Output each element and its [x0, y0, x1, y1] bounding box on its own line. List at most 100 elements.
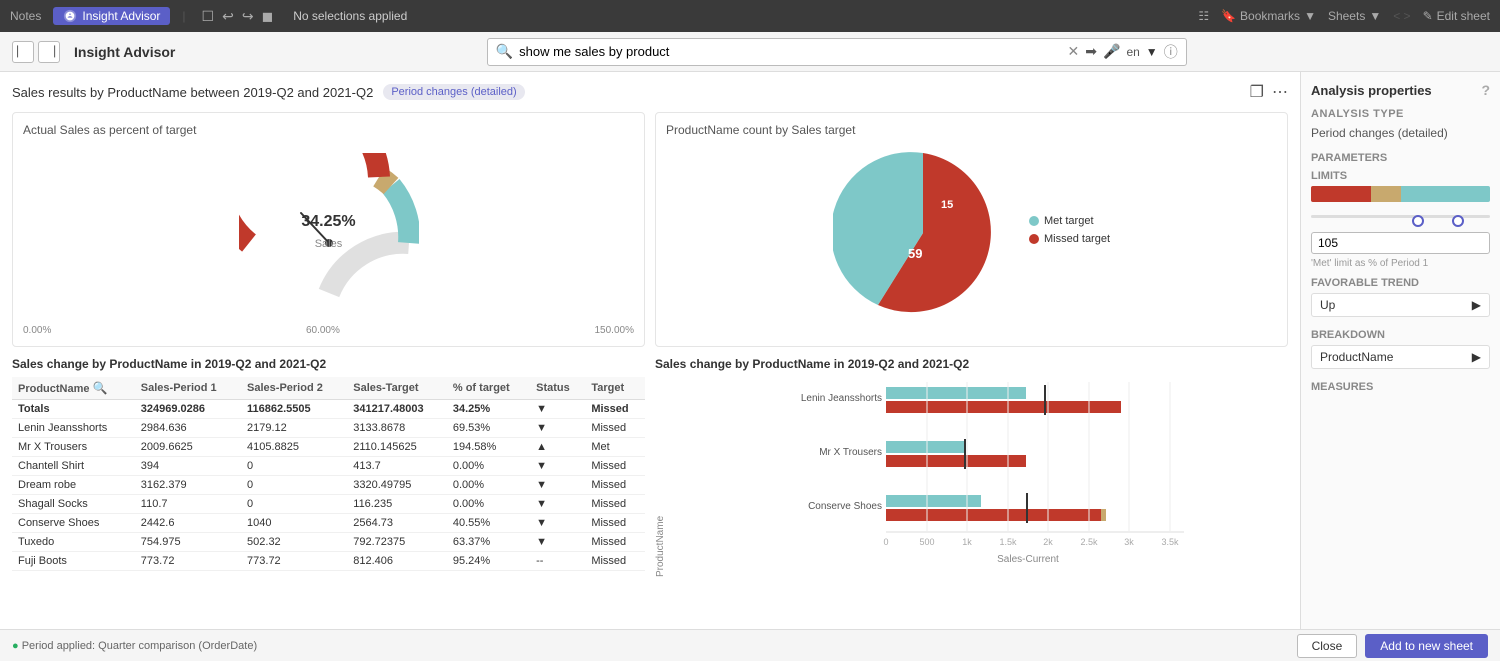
panel-left-btn[interactable]: ⎸ — [12, 41, 34, 63]
col-search-icon[interactable]: 🔍 — [93, 381, 108, 395]
search-icon: 🔍 — [496, 43, 513, 60]
cell-pct: 69.53% — [447, 419, 530, 438]
cell-sp2: 502.32 — [241, 533, 347, 552]
separator2: < > — [1393, 9, 1410, 23]
favorable-trend-section: Favorable trend Up ▶ — [1311, 277, 1490, 317]
cell-status: Missed — [585, 495, 645, 514]
more-icon[interactable]: ⋯ — [1272, 82, 1288, 102]
col-pct: % of target — [447, 377, 530, 400]
svg-text:3.5k: 3.5k — [1161, 537, 1179, 547]
panel-right-btn[interactable]: ⎹ — [38, 41, 60, 63]
slider-thumb2[interactable] — [1452, 215, 1464, 227]
col-sp2: Sales-Period 2 — [241, 377, 347, 400]
breakdown-label: Breakdown — [1311, 329, 1490, 341]
lang-selector[interactable]: en — [1126, 45, 1139, 59]
charts-row: Actual Sales as percent of target — [12, 112, 1288, 347]
undo-icon[interactable]: ↩ — [222, 8, 234, 25]
donut-value: 34.25% — [301, 213, 355, 230]
y-axis-label: ProductName — [655, 377, 666, 577]
edit-sheet-btn[interactable]: ✎ Edit sheet — [1423, 9, 1490, 23]
search-icon[interactable]: ☐ — [202, 8, 215, 25]
period-note-text: Period applied: Quarter comparison (Orde… — [22, 640, 257, 652]
cell-status: Missed — [585, 400, 645, 419]
lang-chevron-icon: ▼ — [1146, 45, 1158, 59]
bookmarks-btn[interactable]: 🔖 Bookmarks ▼ — [1221, 9, 1316, 23]
bookmark-icon: 🔖 — [1221, 9, 1236, 23]
favorable-trend-dropdown[interactable]: Up ▶ — [1311, 293, 1490, 317]
cell-sp2: 116862.5505 — [241, 400, 347, 419]
cell-st: 116.235 — [347, 495, 447, 514]
table-row: Chantell Shirt 394 0 413.7 0.00% ▼ Misse… — [12, 457, 645, 476]
bottom-charts-row: Sales change by ProductName in 2019-Q2 a… — [12, 357, 1288, 577]
met-label: Met target — [1044, 215, 1094, 227]
cell-sp1: 2984.636 — [135, 419, 241, 438]
svg-text:2.5k: 2.5k — [1080, 537, 1098, 547]
second-bar: ⎸ ⎹ Insight Advisor 🔍 ✕ ➡ 🎤 en ▼ ⓘ — [0, 32, 1500, 72]
cell-product: Mr X Trousers — [12, 438, 135, 457]
limits-green — [1401, 186, 1491, 202]
cell-sp1: 110.7 — [135, 495, 241, 514]
cell-pct: 63.37% — [447, 533, 530, 552]
parameters-label: Parameters — [1311, 152, 1490, 164]
analysis-type-value: Period changes (detailed) — [1311, 126, 1490, 140]
smart-search-icon[interactable]: ◼ — [262, 8, 274, 25]
pie-chart-title: ProductName count by Sales target — [666, 123, 1277, 137]
content-area: Sales results by ProductName between 201… — [0, 72, 1300, 629]
cell-trend: ▲ — [530, 438, 585, 457]
col-st: Sales-Target — [347, 377, 447, 400]
edit-sheet-label: Edit sheet — [1437, 9, 1490, 23]
search-arrow-icon[interactable]: ➡ — [1085, 43, 1097, 60]
search-input[interactable] — [519, 44, 1061, 59]
table-header-row: ProductName 🔍 Sales-Period 1 Sales-Perio… — [12, 377, 645, 400]
breakdown-value: ProductName — [1320, 350, 1393, 364]
bookmarks-label: Bookmarks — [1240, 9, 1300, 23]
cell-trend: -- — [530, 552, 585, 571]
cell-trend: ▼ — [530, 400, 585, 419]
cell-sp2: 773.72 — [241, 552, 347, 571]
missed-label: Missed target — [1044, 233, 1110, 245]
table-row: Lenin Jeansshorts 2984.636 2179.12 3133.… — [12, 419, 645, 438]
cell-status: Missed — [585, 457, 645, 476]
cell-status: Missed — [585, 419, 645, 438]
cell-st: 3320.49795 — [347, 476, 447, 495]
slider-track — [1311, 215, 1490, 218]
notes-tab[interactable]: Notes — [10, 9, 41, 23]
sheets-btn[interactable]: Sheets ▼ — [1328, 9, 1381, 23]
svg-text:Conserve Shoes: Conserve Shoes — [808, 501, 882, 512]
mic-icon[interactable]: 🎤 — [1103, 43, 1120, 60]
cell-status: Missed — [585, 514, 645, 533]
cell-product: Fuji Boots — [12, 552, 135, 571]
col-product: ProductName 🔍 — [12, 377, 135, 400]
col-sp1: Sales-Period 1 — [135, 377, 241, 400]
clear-icon[interactable]: ✕ — [1068, 43, 1080, 60]
cell-status: Missed — [585, 476, 645, 495]
info-icon[interactable]: ⓘ — [1164, 42, 1178, 62]
table1-title: Sales change by ProductName in 2019-Q2 a… — [12, 357, 645, 371]
insight-advisor-tab[interactable]: Insight Advisor — [53, 7, 170, 25]
donut-mid-label: 60.00% — [306, 325, 340, 336]
cell-product: Tuxedo — [12, 533, 135, 552]
chevron-down-icon: ▼ — [1304, 9, 1316, 23]
grid-icon-btn[interactable]: ☷ — [1198, 9, 1209, 23]
cell-trend: ▼ — [530, 495, 585, 514]
slider-thumb1[interactable] — [1412, 215, 1424, 227]
expand-icon[interactable]: ❐ — [1250, 82, 1264, 102]
close-button[interactable]: Close — [1297, 634, 1358, 658]
cell-st: 812.406 — [347, 552, 447, 571]
cell-trend: ▼ — [530, 514, 585, 533]
edit-icon: ✎ — [1423, 9, 1433, 23]
donut-max-label: 150.00% — [595, 325, 634, 336]
breakdown-dropdown[interactable]: ProductName ▶ — [1311, 345, 1490, 369]
add-to-sheet-button[interactable]: Add to new sheet — [1365, 634, 1488, 658]
content-main-title: Sales results by ProductName between 201… — [12, 85, 373, 100]
donut-center: 34.25% Sales — [301, 212, 355, 254]
bar-chart-svg: Lenin Jeansshorts Mr X Trousers Conserve… — [670, 377, 1288, 567]
table-header: ProductName 🔍 Sales-Period 1 Sales-Perio… — [12, 377, 645, 400]
help-icon[interactable]: ? — [1481, 82, 1490, 98]
bottom-bar-right: Close Add to new sheet — [1297, 634, 1488, 658]
met-limit-input[interactable] — [1311, 232, 1490, 254]
bar-chart-area: Lenin Jeansshorts Mr X Trousers Conserve… — [670, 377, 1288, 577]
period-badge[interactable]: Period changes (detailed) — [383, 84, 524, 100]
cell-trend: ▼ — [530, 533, 585, 552]
redo-icon[interactable]: ↪ — [242, 8, 254, 25]
